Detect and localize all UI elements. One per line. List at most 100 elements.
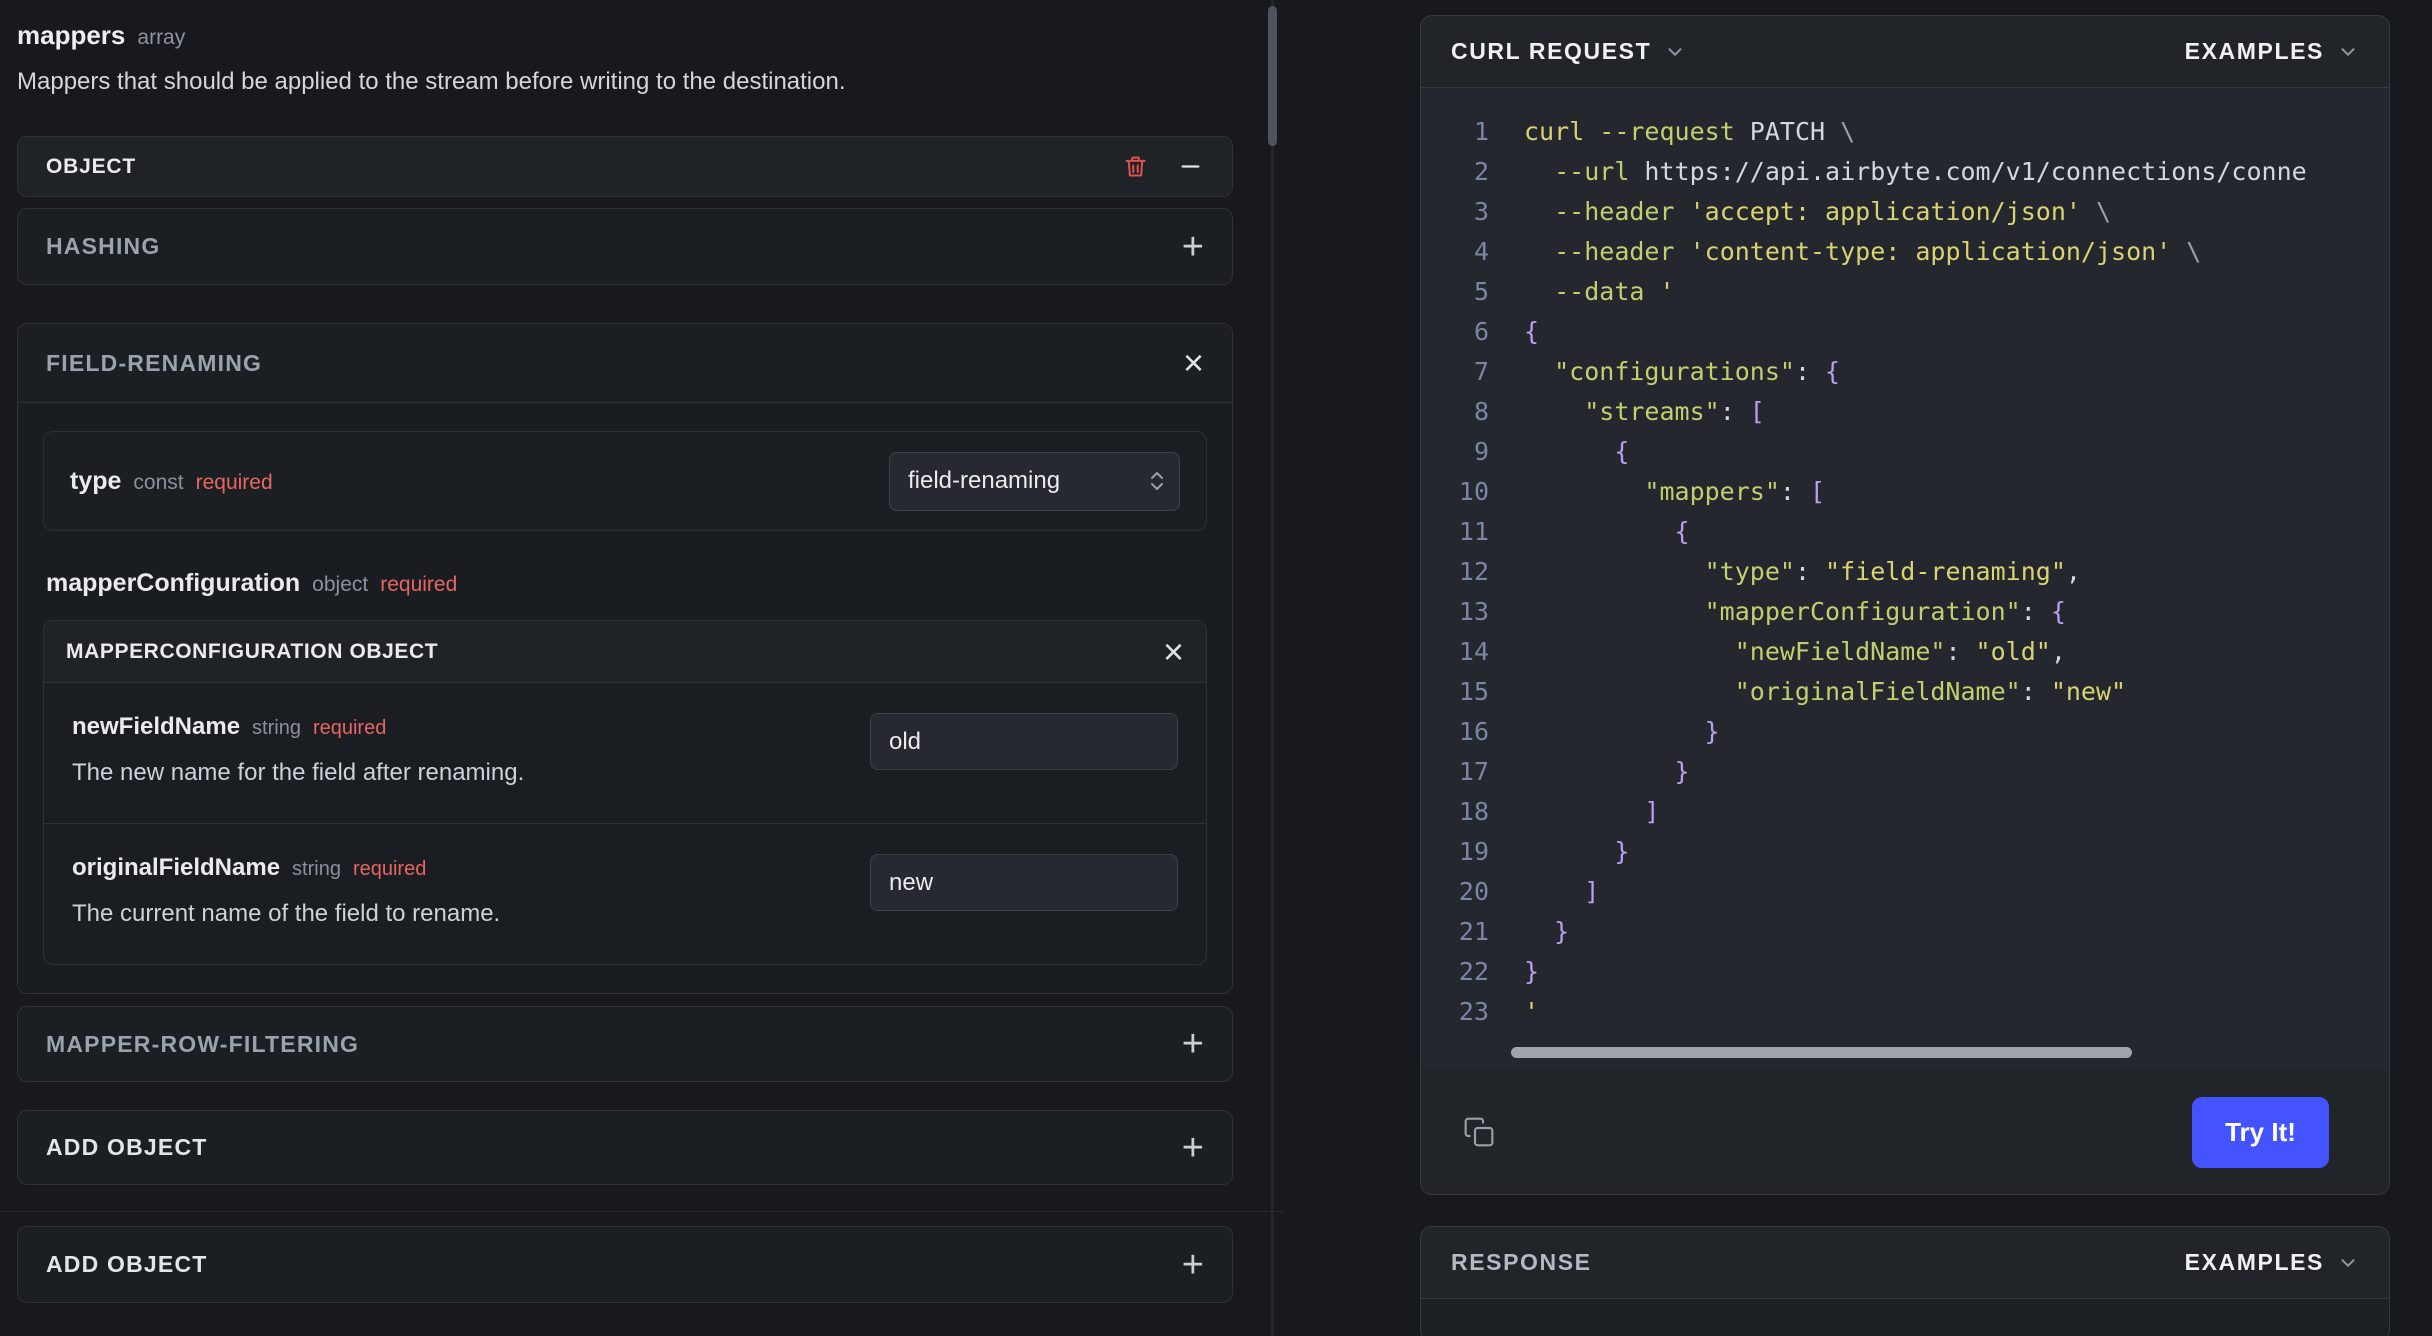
- property-title-row: mappers array: [17, 20, 1233, 51]
- code-line: 12 "type": "field-renaming",: [1421, 552, 2389, 592]
- app-root: mappers array Mappers that should be app…: [0, 0, 2432, 1336]
- hashing-section-label: HASHING: [46, 233, 161, 259]
- trash-icon: [1125, 156, 1146, 177]
- add-object-button[interactable]: ADD OBJECT +: [17, 1110, 1233, 1185]
- new-field-name-description: The new name for the field after renamin…: [72, 759, 525, 786]
- code-line: 21 }: [1421, 912, 2389, 952]
- type-required-badge: required: [195, 470, 273, 494]
- response-toggle[interactable]: RESPONSE: [1451, 1249, 1592, 1276]
- delete-object-button[interactable]: [1122, 153, 1149, 180]
- add-object-label: ADD OBJECT: [46, 1134, 208, 1160]
- line-number: 11: [1458, 517, 1489, 546]
- response-body: [1421, 1299, 2389, 1336]
- new-field-name-row: newFieldName string required The new nam…: [44, 683, 1206, 823]
- line-number: 6: [1473, 317, 1489, 346]
- line-number: 16: [1458, 717, 1489, 746]
- response-header: RESPONSE EXAMPLES: [1421, 1227, 2389, 1299]
- line-number: 13: [1458, 597, 1489, 626]
- code-line: 9 {: [1421, 432, 2389, 472]
- line-number: 4: [1473, 237, 1489, 266]
- code-line: 5 --data ': [1421, 272, 2389, 312]
- hashing-section[interactable]: HASHING +: [17, 208, 1233, 285]
- mapper-configuration-name: mapperConfiguration: [46, 569, 301, 597]
- new-field-name-info: newFieldName string required The new nam…: [72, 713, 524, 787]
- line-number: 19: [1458, 837, 1489, 866]
- line-number: 23: [1458, 997, 1489, 1026]
- original-field-name-info: originalFieldName string required The cu…: [72, 854, 500, 928]
- line-number: 20: [1458, 877, 1489, 906]
- code-line: 17 }: [1421, 752, 2389, 792]
- original-field-name-input[interactable]: [870, 854, 1178, 911]
- code-line: 16 }: [1421, 712, 2389, 752]
- line-number: 3: [1473, 197, 1489, 226]
- mapper-configuration-meta: mapperConfiguration object required: [46, 569, 1204, 598]
- new-field-name-label: newFieldName: [72, 713, 241, 740]
- code-line: 15 "originalFieldName": "new": [1421, 672, 2389, 712]
- property-kind: array: [137, 26, 186, 49]
- new-field-name-required-badge: required: [312, 717, 387, 739]
- original-field-name-label: originalFieldName: [72, 854, 281, 881]
- line-number: 22: [1458, 957, 1489, 986]
- code-line: 19 }: [1421, 832, 2389, 872]
- response-examples-dropdown[interactable]: EXAMPLES: [2185, 1249, 2359, 1276]
- add-object-outer-plus-icon: +: [1181, 1243, 1204, 1286]
- line-number: 7: [1473, 357, 1489, 386]
- new-field-name-input[interactable]: [870, 713, 1178, 770]
- new-field-name-meta: newFieldName string required: [72, 713, 524, 741]
- object-item-header: OBJECT: [17, 136, 1233, 197]
- code-pane: CURL REQUEST EXAMPLES 1 curl --request PA…: [1284, 0, 2432, 1336]
- field-renaming-header[interactable]: FIELD-RENAMING ×: [18, 324, 1232, 403]
- close-mapper-configuration-icon[interactable]: ×: [1163, 633, 1184, 670]
- field-renaming-body: type const required field-renaming mappe…: [18, 403, 1232, 993]
- original-field-name-meta: originalFieldName string required: [72, 854, 500, 882]
- type-property-name: type: [70, 466, 122, 495]
- code-line: 3 --header 'accept: application/json' \: [1421, 192, 2389, 232]
- code-line: 7 "configurations": {: [1421, 352, 2389, 392]
- code-editor: 1 curl --request PATCH \ 2 --url https://a…: [1421, 88, 2389, 1070]
- code-line: 4 --header 'content-type: application/js…: [1421, 232, 2389, 272]
- curl-request-header: CURL REQUEST EXAMPLES: [1421, 16, 2389, 88]
- mapper-row-filtering-label: MAPPER-ROW-FILTERING: [46, 1030, 360, 1057]
- line-number: 8: [1473, 397, 1489, 426]
- curl-request-toggle[interactable]: CURL REQUEST: [1451, 38, 1686, 65]
- mapper-configuration-required-badge: required: [380, 573, 458, 596]
- chevron-down-icon: [2341, 1258, 2355, 1267]
- code-line: 10 "mappers": [: [1421, 472, 2389, 512]
- add-object-plus-icon: +: [1181, 1126, 1204, 1169]
- close-field-renaming-icon[interactable]: ×: [1183, 345, 1204, 381]
- line-number: 18: [1458, 797, 1489, 826]
- line-number: 14: [1458, 637, 1489, 666]
- type-select-value: field-renaming: [908, 467, 1061, 494]
- mapper-row-filtering-section[interactable]: MAPPER-ROW-FILTERING +: [17, 1006, 1233, 1082]
- code-line: 23 ': [1421, 992, 2389, 1032]
- horizontal-scrollbar-track: [1511, 1047, 2373, 1058]
- object-item-actions: [1122, 153, 1204, 180]
- vertical-scrollbar[interactable]: [1268, 6, 1277, 146]
- horizontal-scrollbar[interactable]: [1511, 1047, 2132, 1058]
- curl-request-title: CURL REQUEST: [1451, 38, 1652, 64]
- collapse-object-button[interactable]: [1177, 153, 1204, 180]
- line-number: 21: [1458, 917, 1489, 946]
- original-field-name-kind: string: [292, 858, 341, 880]
- type-select[interactable]: field-renaming: [889, 451, 1180, 511]
- code-line: 1 curl --request PATCH \: [1421, 112, 2389, 152]
- line-number: 5: [1473, 277, 1489, 306]
- examples-dropdown[interactable]: EXAMPLES: [2185, 38, 2359, 65]
- property-name: mappers: [17, 20, 126, 50]
- code-line: 22}: [1421, 952, 2389, 992]
- code-line: 6{: [1421, 312, 2389, 352]
- mapper-configuration-header: MAPPERCONFIGURATION OBJECT ×: [44, 621, 1206, 683]
- add-object-outer-button[interactable]: ADD OBJECT +: [17, 1226, 1233, 1303]
- line-number: 1: [1473, 117, 1489, 146]
- line-number: 9: [1473, 437, 1489, 466]
- line-number: 10: [1458, 477, 1489, 506]
- curl-request-footer: Try It!: [1421, 1070, 2389, 1194]
- try-it-button[interactable]: Try It!: [2192, 1096, 2329, 1168]
- original-field-name-row: originalFieldName string required The cu…: [44, 824, 1206, 964]
- add-object-outer-label: ADD OBJECT: [46, 1251, 208, 1277]
- original-field-name-description: The current name of the field to rename.: [72, 900, 501, 927]
- line-number: 2: [1473, 157, 1489, 186]
- copy-code-button[interactable]: [1463, 1116, 1495, 1148]
- field-renaming-section: FIELD-RENAMING × type const required fie…: [17, 323, 1233, 994]
- mapper-configuration-panel: MAPPERCONFIGURATION OBJECT × newFieldNam…: [43, 620, 1207, 965]
